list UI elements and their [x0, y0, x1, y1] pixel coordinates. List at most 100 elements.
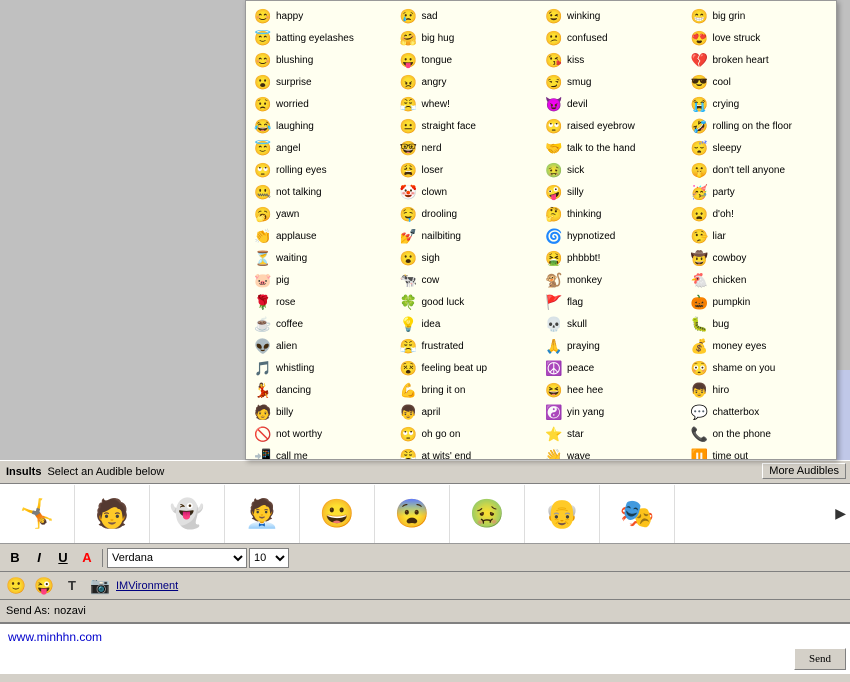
emoji-item[interactable]: 🐄cow [396, 269, 542, 291]
emoji-item[interactable]: 🚫not worthy [250, 423, 396, 445]
emoji-item[interactable]: 🌀hypnotized [541, 225, 687, 247]
emoji-item[interactable]: 😂laughing [250, 115, 396, 137]
emoji-item[interactable]: 💪bring it on [396, 379, 542, 401]
emoji-item[interactable]: 😐straight face [396, 115, 542, 137]
emoji-item[interactable]: 🌹rose [250, 291, 396, 313]
emoji-item[interactable]: ⏸️time out [687, 445, 833, 460]
audible-char-5[interactable]: 😀 [300, 485, 375, 543]
emoji-item[interactable]: 🎵whistling [250, 357, 396, 379]
emoji-item[interactable]: 😕confused [541, 27, 687, 49]
emoji-item[interactable]: 😠angry [396, 71, 542, 93]
emoji-item[interactable]: ☮️peace [541, 357, 687, 379]
emoji-item[interactable]: 😎cool [687, 71, 833, 93]
emoji-item[interactable]: 👋wave [541, 445, 687, 460]
emoji-item[interactable]: 💰money eyes [687, 335, 833, 357]
emoji-item[interactable]: 🤓nerd [396, 137, 542, 159]
emoji-item[interactable]: 😩loser [396, 159, 542, 181]
emoji-item[interactable]: 📞on the phone [687, 423, 833, 445]
emoji-item[interactable]: 🤠cowboy [687, 247, 833, 269]
smiley-button[interactable]: 🙂 [4, 574, 28, 598]
emoji-item[interactable]: 😈devil [541, 93, 687, 115]
audible-char-7[interactable]: 🤢 [450, 485, 525, 543]
emoji-item[interactable]: 😦d'oh! [687, 203, 833, 225]
emoji-item[interactable]: 📲call me [250, 445, 396, 460]
emoji-item[interactable]: 🤢sick [541, 159, 687, 181]
emoji-item[interactable]: 😤whew! [396, 93, 542, 115]
emoji-item[interactable]: 🚩flag [541, 291, 687, 313]
more-audibles-button[interactable]: More Audibles [762, 463, 846, 479]
emoji-item[interactable]: 😍love struck [687, 27, 833, 49]
emoji-item[interactable]: 💡idea [396, 313, 542, 335]
audible-char-6[interactable]: 😨 [375, 485, 450, 543]
emoji-item[interactable]: 🤥liar [687, 225, 833, 247]
bold-button[interactable]: B [4, 547, 26, 569]
emoji-item[interactable]: 🧑billy [250, 401, 396, 423]
emoji-item[interactable]: 😟worried [250, 93, 396, 115]
audibles-next-arrow[interactable]: ▶ [835, 505, 846, 522]
emoji-item[interactable]: 🤝talk to the hand [541, 137, 687, 159]
emoji-item[interactable]: 😳shame on you [687, 357, 833, 379]
emoji-item[interactable]: 🥳party [687, 181, 833, 203]
emoji-item[interactable]: 🐷pig [250, 269, 396, 291]
emoji-item[interactable]: 😤at wits' end [396, 445, 542, 460]
emoji-item[interactable]: 😮sigh [396, 247, 542, 269]
emoji-item[interactable]: 😭crying [687, 93, 833, 115]
audible-char-1[interactable]: 🤸 [0, 485, 75, 543]
emoji-item[interactable]: 🤗big hug [396, 27, 542, 49]
message-input[interactable]: www.minhhn.com [0, 624, 790, 674]
emoji-item[interactable]: ☯️yin yang [541, 401, 687, 423]
emoji-item[interactable]: 😘kiss [541, 49, 687, 71]
send-button[interactable]: Send [794, 648, 846, 670]
color-button[interactable]: A [76, 547, 98, 569]
audible-char-4[interactable]: 🧑‍💼 [225, 485, 300, 543]
audible-char-9[interactable]: 🎭 [600, 485, 675, 543]
emoji-item[interactable]: 👦april [396, 401, 542, 423]
emoji-item[interactable]: 😛tongue [396, 49, 542, 71]
emoji-item[interactable]: ⭐star [541, 423, 687, 445]
audible-char-3[interactable]: 👻 [150, 485, 225, 543]
emoji-item[interactable]: 🤮phbbbt! [541, 247, 687, 269]
emoji-item[interactable]: 😢sad [396, 5, 542, 27]
audible-char-2[interactable]: 🧑 [75, 485, 150, 543]
emoji-item[interactable]: 🥱yawn [250, 203, 396, 225]
emoji-item[interactable]: 👽alien [250, 335, 396, 357]
emoji-item[interactable]: 🎃pumpkin [687, 291, 833, 313]
emoji-item[interactable]: 😆hee hee [541, 379, 687, 401]
emoji-item[interactable]: 💅nailbiting [396, 225, 542, 247]
imvironment-label[interactable]: IMVironment [116, 580, 178, 592]
emoji-item[interactable]: 🤤drooling [396, 203, 542, 225]
emoji-item[interactable]: 😁big grin [687, 5, 833, 27]
italic-button[interactable]: I [28, 547, 50, 569]
emoji-item[interactable]: 👦hiro [687, 379, 833, 401]
emoji-item[interactable]: 👏applause [250, 225, 396, 247]
emoji-item[interactable]: 🤡clown [396, 181, 542, 203]
emoji-item[interactable]: 💬chatterbox [687, 401, 833, 423]
emoji-item[interactable]: 😤frustrated [396, 335, 542, 357]
emoji-item[interactable]: 💀skull [541, 313, 687, 335]
emoji-item[interactable]: 😏smug [541, 71, 687, 93]
emoji-item[interactable]: 😵feeling beat up [396, 357, 542, 379]
wink-button[interactable]: 😜 [32, 574, 56, 598]
emoji-item[interactable]: 💔broken heart [687, 49, 833, 71]
emoji-item[interactable]: ⏳waiting [250, 247, 396, 269]
emoji-item[interactable]: 🤣rolling on the floor [687, 115, 833, 137]
emoji-item[interactable]: 🙄raised eyebrow [541, 115, 687, 137]
emoji-item[interactable]: 🤔thinking [541, 203, 687, 225]
emoji-item[interactable]: 😊happy [250, 5, 396, 27]
emoji-item[interactable]: 🐛bug [687, 313, 833, 335]
emoji-item[interactable]: 🙄rolling eyes [250, 159, 396, 181]
emoji-item[interactable]: 😊blushing [250, 49, 396, 71]
emoji-item[interactable]: 🐔chicken [687, 269, 833, 291]
emoji-item[interactable]: 🍀good luck [396, 291, 542, 313]
font-select[interactable]: Verdana Arial Times New Roman [107, 548, 247, 568]
emoji-item[interactable]: 😮surprise [250, 71, 396, 93]
emoji-item[interactable]: 😇angel [250, 137, 396, 159]
emoji-item[interactable]: 🤐not talking [250, 181, 396, 203]
audible-char-8[interactable]: 👴 [525, 485, 600, 543]
emoji-item[interactable]: 😉winking [541, 5, 687, 27]
emoji-item[interactable]: 😇batting eyelashes [250, 27, 396, 49]
text-button[interactable]: T [60, 574, 84, 598]
emoji-item[interactable]: 💃dancing [250, 379, 396, 401]
camera-button[interactable]: 📷 [88, 574, 112, 598]
emoji-item[interactable]: 😴sleepy [687, 137, 833, 159]
